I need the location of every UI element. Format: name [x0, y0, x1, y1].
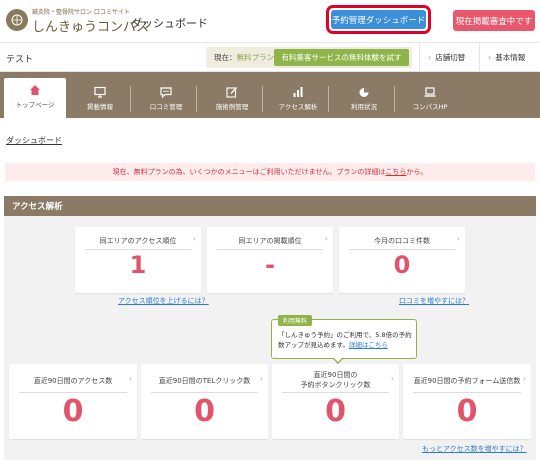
- plan-box: 現在：無料プラン 有料集客サービスの無料体験を試す: [206, 47, 412, 68]
- tab-divider: [328, 86, 329, 112]
- reserve-button-click-card[interactable]: 直近90日間の 予約ボタンクリック数 › 0: [272, 364, 399, 439]
- tab-label: 掲載情報: [87, 103, 113, 111]
- pie-chart-icon: [359, 88, 369, 97]
- panel-title: アクセス解析: [4, 196, 536, 216]
- area-access-rank-card[interactable]: 同エリアのアクセス順位 › 1: [75, 227, 201, 293]
- monitor-icon: [94, 86, 106, 98]
- card-value: 1: [129, 251, 147, 279]
- chevron-right-icon: ›: [259, 374, 263, 383]
- chevron-right-icon: ›: [324, 234, 328, 243]
- tab-divider: [394, 86, 395, 112]
- card-value: 0: [325, 394, 346, 429]
- tab-label: 口コミ管理: [149, 103, 183, 111]
- promo-text: 「しんきゅう予約」のご利用で、5.8倍の予約数アップが見込めます。詳細はこちら: [278, 330, 412, 350]
- increase-reviews-link[interactable]: 口コミを増やすには？: [399, 296, 469, 306]
- tel-click-card[interactable]: 直近90日間のTELクリック数 › 0: [141, 364, 268, 439]
- header: 鍼灸院・整骨院サロン 口コミサイト しんきゅうコンパス ダッシュボード 予約管理…: [0, 0, 540, 42]
- breadcrumb[interactable]: ダッシュボード: [6, 135, 62, 146]
- tab-label: 利用状況: [351, 103, 377, 111]
- chevron-right-icon: ›: [128, 374, 132, 383]
- logo-subtitle: 鍼灸院・整骨院サロン 口コミサイト: [32, 9, 130, 16]
- tooltip-arrow-inner: [333, 357, 343, 362]
- plan-notice: 現在、無料プランの為、いくつかのメニューはご利用いただけません。プランの詳細はこ…: [5, 163, 535, 181]
- card-title: 直近90日間のアクセス数: [33, 377, 113, 385]
- tab-label: 施術例管理: [215, 103, 249, 111]
- card-divider: [282, 392, 389, 393]
- card-divider: [413, 392, 521, 393]
- plan-details-link[interactable]: こちら: [385, 167, 406, 177]
- basic-info-label: 基本情報: [495, 53, 526, 62]
- chevron-right-icon: ›: [456, 234, 460, 243]
- tab-label: トップページ: [15, 101, 55, 109]
- tab-compass-hp[interactable]: コンパスHP: [402, 80, 458, 118]
- tab-top[interactable]: トップページ: [4, 78, 66, 118]
- chat-icon: [160, 87, 172, 98]
- page-title: ダッシュボード: [131, 17, 208, 30]
- area-listing-rank-card[interactable]: 同エリアの掲載順位 › -: [207, 227, 333, 293]
- card-divider: [151, 392, 258, 393]
- card-title: 同エリアの掲載順位: [238, 237, 302, 245]
- plan-label: 現在：無料プラン: [214, 52, 274, 63]
- card-title-line1: 直近90日間の: [313, 371, 358, 379]
- edit-icon: [226, 87, 237, 98]
- card-title-line2: 予約ボタンクリック数: [300, 381, 371, 389]
- reserve-dashboard-button[interactable]: 予約管理ダッシュボード: [331, 10, 426, 29]
- free-badge: 利用無料: [278, 315, 313, 326]
- card-value: 0: [393, 251, 411, 279]
- card-divider: [217, 249, 323, 250]
- tab-divider: [130, 86, 131, 112]
- chevron-right-icon: ›: [390, 374, 394, 383]
- improve-access-rank-link[interactable]: アクセス順位を上げるには？: [118, 296, 209, 306]
- card-value: 0: [194, 394, 215, 429]
- tab-label: アクセス解析: [278, 103, 318, 111]
- basic-info-link[interactable]: › 基本情報: [479, 43, 540, 72]
- switch-shop-label: 店舗切替: [435, 53, 466, 62]
- card-value: -: [265, 251, 275, 279]
- tab-label: コンパスHP: [412, 103, 448, 111]
- card-title: 直近90日間の予約フォーム送信数: [413, 377, 521, 385]
- card-title: 同エリアのアクセス順位: [99, 237, 177, 245]
- shop-name: テスト: [6, 55, 34, 65]
- switch-shop-link[interactable]: › 店舗切替: [419, 43, 479, 72]
- tab-treatment-cases[interactable]: 施術例管理: [204, 80, 260, 118]
- chevron-right-icon: ›: [522, 374, 526, 383]
- promo-details-link[interactable]: 詳細はこちら: [349, 341, 388, 349]
- chevron-right-icon: ›: [428, 53, 432, 62]
- card-divider: [85, 249, 191, 250]
- tab-listing[interactable]: 掲載情報: [72, 80, 128, 118]
- tab-divider: [196, 86, 197, 112]
- chevron-right-icon: ›: [192, 234, 196, 243]
- tab-divider: [262, 86, 263, 112]
- card-value: 0: [62, 394, 84, 429]
- tab-usage[interactable]: 利用状況: [336, 80, 392, 118]
- logo-icon[interactable]: [6, 9, 28, 31]
- notice-suffix: から。: [406, 168, 428, 176]
- trial-button[interactable]: 有料集客サービスの無料体験を試す: [274, 49, 409, 66]
- tab-access-analysis[interactable]: アクセス解析: [270, 80, 326, 118]
- reserve-form-submit-card[interactable]: 直近90日間の予約フォーム送信数 › 0: [403, 364, 531, 439]
- access-count-card[interactable]: 直近90日間のアクセス数 › 0: [9, 364, 137, 439]
- card-value: 0: [456, 394, 478, 429]
- reserve-button-highlight: 予約管理ダッシュボード: [326, 5, 431, 34]
- monthly-reviews-card[interactable]: 今月の口コミ件数 › 0: [339, 227, 465, 293]
- notice-text: 現在、無料プランの為、いくつかのメニューはご利用いただけません。プランの詳細は: [112, 168, 386, 176]
- card-title: 直近90日間のTELクリック数: [158, 377, 251, 385]
- tab-reviews[interactable]: 口コミ管理: [138, 80, 194, 118]
- promo-message: 「しんきゅう予約」のご利用で、5.8倍の予約数アップが見込めます。: [278, 331, 412, 349]
- sub-bar: テスト 現在：無料プラン 有料集客サービスの無料体験を試す › 店舗切替 › 基本情…: [0, 42, 540, 72]
- home-icon: [30, 85, 40, 95]
- card-divider: [349, 249, 455, 250]
- main-tabs: トップページ 掲載情報 口コミ管理 施術例管理 アクセス解析 利用状況 コンパス…: [0, 72, 540, 118]
- bar-chart-icon: [293, 87, 303, 97]
- laptop-icon: [424, 87, 436, 97]
- more-access-link[interactable]: もっとアクセス数を増やすには？: [422, 444, 527, 454]
- chevron-right-icon: ›: [488, 53, 492, 62]
- card-divider: [19, 392, 127, 393]
- plan-prefix: 現在：: [214, 53, 237, 62]
- card-title: 今月の口コミ件数: [374, 237, 430, 245]
- reservation-promo-tooltip: 利用無料 「しんきゅう予約」のご利用で、5.8倍の予約数アップが見込めます。詳細…: [271, 315, 417, 364]
- review-status-button[interactable]: 現在掲載審査中です: [453, 10, 535, 31]
- plan-value: 無料プラン: [236, 53, 275, 62]
